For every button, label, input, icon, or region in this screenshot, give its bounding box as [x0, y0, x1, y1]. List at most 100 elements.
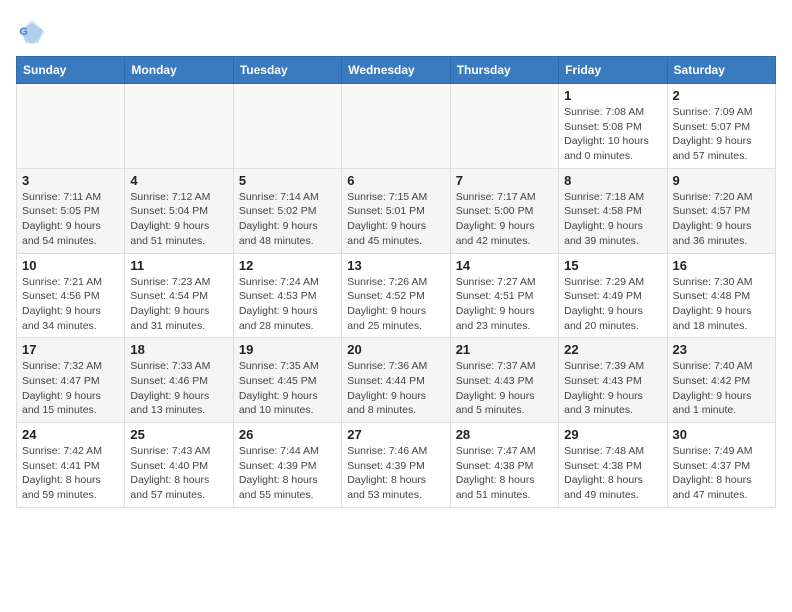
day-info: Sunrise: 7:49 AMSunset: 4:37 PMDaylight:…	[673, 444, 770, 503]
calendar-cell: 26 Sunrise: 7:44 AMSunset: 4:39 PMDayligh…	[233, 423, 341, 508]
day-number: 30	[673, 427, 770, 442]
calendar-header-sunday: Sunday	[17, 57, 125, 84]
calendar-cell	[450, 84, 558, 169]
day-number: 11	[130, 258, 227, 273]
day-number: 22	[564, 342, 661, 357]
day-info: Sunrise: 7:47 AMSunset: 4:38 PMDaylight:…	[456, 444, 553, 503]
calendar-cell: 11 Sunrise: 7:23 AMSunset: 4:54 PMDayligh…	[125, 253, 233, 338]
day-number: 13	[347, 258, 444, 273]
calendar-cell: 23 Sunrise: 7:40 AMSunset: 4:42 PMDayligh…	[667, 338, 775, 423]
day-number: 25	[130, 427, 227, 442]
logo-icon: G	[16, 16, 48, 48]
calendar-week-4: 17Sunrise: 7:32 AMSunset: 4:47 PMDayligh…	[17, 338, 776, 423]
day-info: Sunrise: 7:46 AMSunset: 4:39 PMDaylight:…	[347, 444, 444, 503]
day-info: Sunrise: 7:40 AMSunset: 4:42 PMDaylight:…	[673, 359, 770, 418]
calendar-week-2: 3 Sunrise: 7:11 AMSunset: 5:05 PMDaylight…	[17, 168, 776, 253]
calendar-cell: 25 Sunrise: 7:43 AMSunset: 4:40 PMDayligh…	[125, 423, 233, 508]
day-info: Sunrise: 7:32 AMSunset: 4:47 PMDaylight:…	[22, 359, 119, 418]
day-info: Sunrise: 7:44 AMSunset: 4:39 PMDaylight:…	[239, 444, 336, 503]
calendar-cell: 6 Sunrise: 7:15 AMSunset: 5:01 PMDaylight…	[342, 168, 450, 253]
day-number: 2	[673, 88, 770, 103]
calendar-cell: 15 Sunrise: 7:29 AMSunset: 4:49 PMDayligh…	[559, 253, 667, 338]
calendar-cell: 28 Sunrise: 7:47 AMSunset: 4:38 PMDayligh…	[450, 423, 558, 508]
day-number: 26	[239, 427, 336, 442]
day-number: 15	[564, 258, 661, 273]
day-number: 12	[239, 258, 336, 273]
calendar-cell: 12 Sunrise: 7:24 AMSunset: 4:53 PMDayligh…	[233, 253, 341, 338]
day-info: Sunrise: 7:12 AMSunset: 5:04 PMDaylight:…	[130, 190, 227, 249]
day-number: 3	[22, 173, 119, 188]
day-info: Sunrise: 7:48 AMSunset: 4:38 PMDaylight:…	[564, 444, 661, 503]
day-info: Sunrise: 7:27 AMSunset: 4:51 PMDaylight:…	[456, 275, 553, 334]
day-number: 10	[22, 258, 119, 273]
day-number: 6	[347, 173, 444, 188]
day-number: 20	[347, 342, 444, 357]
day-number: 19	[239, 342, 336, 357]
day-info: Sunrise: 7:43 AMSunset: 4:40 PMDaylight:…	[130, 444, 227, 503]
day-info: Sunrise: 7:35 AMSunset: 4:45 PMDaylight:…	[239, 359, 336, 418]
day-number: 21	[456, 342, 553, 357]
calendar-cell: 21 Sunrise: 7:37 AMSunset: 4:43 PMDayligh…	[450, 338, 558, 423]
day-info: Sunrise: 7:09 AMSunset: 5:07 PMDaylight:…	[673, 105, 770, 164]
calendar-cell: 20 Sunrise: 7:36 AMSunset: 4:44 PMDayligh…	[342, 338, 450, 423]
calendar-header-tuesday: Tuesday	[233, 57, 341, 84]
day-info: Sunrise: 7:36 AMSunset: 4:44 PMDaylight:…	[347, 359, 444, 418]
calendar-cell: 13Sunrise: 7:26 AMSunset: 4:52 PMDayligh…	[342, 253, 450, 338]
day-info: Sunrise: 7:20 AMSunset: 4:57 PMDaylight:…	[673, 190, 770, 249]
day-info: Sunrise: 7:14 AMSunset: 5:02 PMDaylight:…	[239, 190, 336, 249]
svg-text:G: G	[19, 26, 28, 38]
calendar-cell: 27 Sunrise: 7:46 AMSunset: 4:39 PMDayligh…	[342, 423, 450, 508]
day-info: Sunrise: 7:11 AMSunset: 5:05 PMDaylight:…	[22, 190, 119, 249]
day-number: 23	[673, 342, 770, 357]
day-number: 24	[22, 427, 119, 442]
day-info: Sunrise: 7:15 AMSunset: 5:01 PMDaylight:…	[347, 190, 444, 249]
day-number: 5	[239, 173, 336, 188]
calendar-cell: 19 Sunrise: 7:35 AMSunset: 4:45 PMDayligh…	[233, 338, 341, 423]
calendar-header-wednesday: Wednesday	[342, 57, 450, 84]
day-number: 8	[564, 173, 661, 188]
calendar-cell: 22 Sunrise: 7:39 AMSunset: 4:43 PMDayligh…	[559, 338, 667, 423]
day-number: 16	[673, 258, 770, 273]
calendar-header-thursday: Thursday	[450, 57, 558, 84]
day-info: Sunrise: 7:39 AMSunset: 4:43 PMDaylight:…	[564, 359, 661, 418]
day-info: Sunrise: 7:21 AMSunset: 4:56 PMDaylight:…	[22, 275, 119, 334]
calendar-cell: 5 Sunrise: 7:14 AMSunset: 5:02 PMDaylight…	[233, 168, 341, 253]
day-info: Sunrise: 7:17 AMSunset: 5:00 PMDaylight:…	[456, 190, 553, 249]
day-info: Sunrise: 7:23 AMSunset: 4:54 PMDaylight:…	[130, 275, 227, 334]
day-number: 4	[130, 173, 227, 188]
day-number: 18	[130, 342, 227, 357]
calendar-week-1: 1Sunrise: 7:08 AMSunset: 5:08 PMDaylight…	[17, 84, 776, 169]
calendar-cell: 30 Sunrise: 7:49 AMSunset: 4:37 PMDayligh…	[667, 423, 775, 508]
calendar-cell	[17, 84, 125, 169]
calendar-week-3: 10 Sunrise: 7:21 AMSunset: 4:56 PMDayligh…	[17, 253, 776, 338]
calendar-cell: 4 Sunrise: 7:12 AMSunset: 5:04 PMDaylight…	[125, 168, 233, 253]
calendar-cell: 9Sunrise: 7:20 AMSunset: 4:57 PMDaylight…	[667, 168, 775, 253]
day-number: 7	[456, 173, 553, 188]
day-number: 28	[456, 427, 553, 442]
calendar-cell	[233, 84, 341, 169]
calendar-header-friday: Friday	[559, 57, 667, 84]
calendar-cell	[342, 84, 450, 169]
calendar-cell	[125, 84, 233, 169]
calendar-header-monday: Monday	[125, 57, 233, 84]
day-info: Sunrise: 7:24 AMSunset: 4:53 PMDaylight:…	[239, 275, 336, 334]
calendar-cell: 29 Sunrise: 7:48 AMSunset: 4:38 PMDayligh…	[559, 423, 667, 508]
day-info: Sunrise: 7:18 AMSunset: 4:58 PMDaylight:…	[564, 190, 661, 249]
calendar-cell: 1Sunrise: 7:08 AMSunset: 5:08 PMDaylight…	[559, 84, 667, 169]
calendar-header-row: SundayMondayTuesdayWednesdayThursdayFrid…	[17, 57, 776, 84]
calendar-week-5: 24Sunrise: 7:42 AMSunset: 4:41 PMDayligh…	[17, 423, 776, 508]
calendar: SundayMondayTuesdayWednesdayThursdayFrid…	[16, 56, 776, 508]
calendar-cell: 8 Sunrise: 7:18 AMSunset: 4:58 PMDaylight…	[559, 168, 667, 253]
day-number: 27	[347, 427, 444, 442]
logo: G	[16, 16, 52, 48]
day-number: 29	[564, 427, 661, 442]
calendar-cell: 7 Sunrise: 7:17 AMSunset: 5:00 PMDaylight…	[450, 168, 558, 253]
day-info: Sunrise: 7:29 AMSunset: 4:49 PMDaylight:…	[564, 275, 661, 334]
calendar-cell: 2 Sunrise: 7:09 AMSunset: 5:07 PMDaylight…	[667, 84, 775, 169]
calendar-cell: 16Sunrise: 7:30 AMSunset: 4:48 PMDayligh…	[667, 253, 775, 338]
calendar-header-saturday: Saturday	[667, 57, 775, 84]
day-number: 1	[564, 88, 661, 103]
calendar-cell: 10 Sunrise: 7:21 AMSunset: 4:56 PMDayligh…	[17, 253, 125, 338]
calendar-cell: 24Sunrise: 7:42 AMSunset: 4:41 PMDayligh…	[17, 423, 125, 508]
day-info: Sunrise: 7:37 AMSunset: 4:43 PMDaylight:…	[456, 359, 553, 418]
